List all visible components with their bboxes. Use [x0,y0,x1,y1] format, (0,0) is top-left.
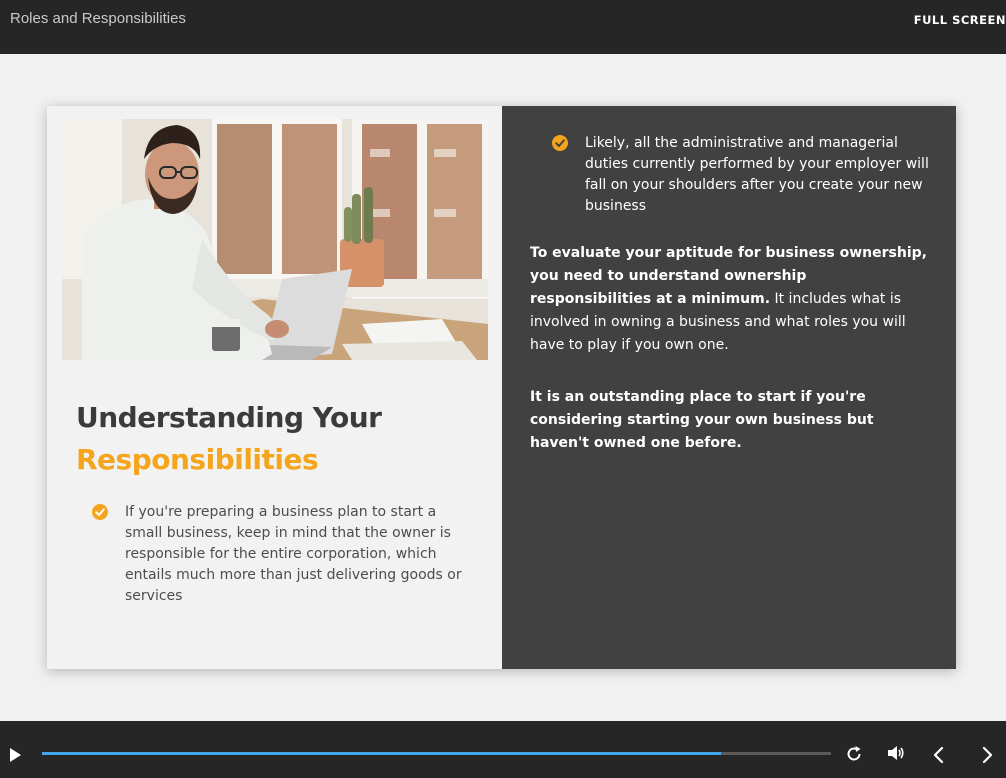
play-icon[interactable] [8,747,22,763]
man-working-laptop-photo [62,119,488,360]
ownership-paragraph: To evaluate your aptitude for business o… [530,242,930,357]
slide-left-panel: Understanding Your Responsibilities If y… [47,106,502,669]
heading-line-2-accent: Responsibilities [76,443,319,476]
chevron-left-icon[interactable] [932,746,946,764]
chevron-right-icon[interactable] [980,746,994,764]
check-circle-icon [552,135,568,151]
check-circle-icon [92,504,108,520]
heading-line-1: Understanding Your [76,401,382,434]
replay-icon[interactable] [845,745,863,763]
left-bullet-text: If you're preparing a business plan to s… [125,504,462,604]
player-controls [0,721,1006,778]
progress-fill [42,752,721,755]
progress-bar[interactable] [42,752,831,755]
top-bar: Roles and Responsibilities FULL SCREEN [0,0,1006,54]
full-screen-button[interactable]: FULL SCREEN [914,13,1006,27]
course-title: Roles and Responsibilities [10,10,186,27]
outstanding-place-paragraph: It is an outstanding place to start if y… [530,389,874,451]
slide-right-panel: Likely, all the administrative and manag… [502,106,956,669]
slide: Understanding Your Responsibilities If y… [47,106,956,669]
right-bullet-text: Likely, all the administrative and manag… [585,135,929,214]
slide-heading: Understanding Your Responsibilities [76,397,476,481]
volume-icon[interactable] [887,745,905,761]
